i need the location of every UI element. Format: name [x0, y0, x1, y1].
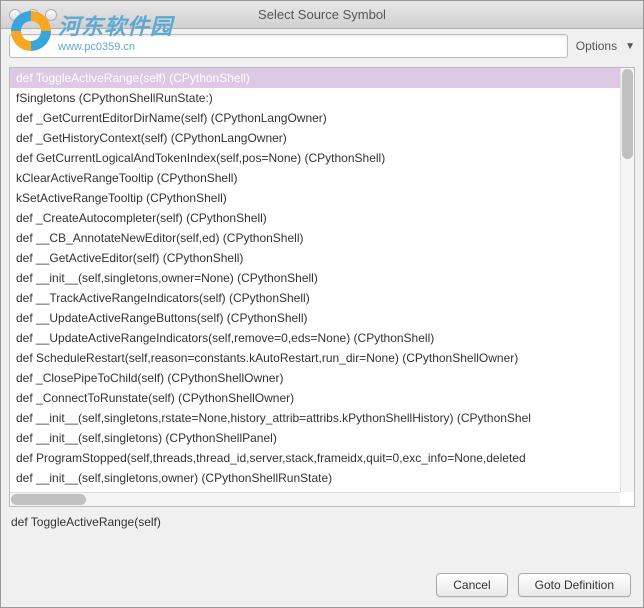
list-item[interactable]: def __init__(self,singletons,owner=None)… [10, 268, 634, 288]
list-item[interactable]: fSingletons (CPythonShellRunState:) [10, 88, 634, 108]
goto-definition-button[interactable]: Goto Definition [518, 573, 631, 597]
list-item[interactable]: def __TrackActiveRangeIndicators(self) (… [10, 288, 634, 308]
horizontal-scrollbar[interactable] [10, 492, 620, 506]
list-item[interactable]: def __UpdateActiveRangeButtons(self) (CP… [10, 308, 634, 328]
options-label[interactable]: Options [576, 39, 617, 53]
button-row: Cancel Goto Definition [436, 573, 631, 597]
list-item[interactable]: def ToggleActiveRange(self) (CPythonShel… [10, 68, 634, 88]
chevron-down-icon[interactable]: ▼ [625, 41, 635, 52]
list-item[interactable]: kClearActiveRangeTooltip (CPythonShell) [10, 168, 634, 188]
list-item[interactable]: def _GetCurrentEditorDirName(self) (CPyt… [10, 108, 634, 128]
titlebar: Select Source Symbol [1, 1, 643, 29]
vertical-scrollbar[interactable] [620, 68, 634, 492]
list-item[interactable]: def _ConnectToRunstate(self) (CPythonShe… [10, 388, 634, 408]
list-item[interactable]: def _CreateAutocompleter(self) (CPythonS… [10, 208, 634, 228]
list-item[interactable]: def __GetActiveEditor(self) (CPythonShel… [10, 248, 634, 268]
search-row: Options ▼ [1, 29, 643, 63]
list-item[interactable]: def ProgramStopped(self,threads,thread_i… [10, 448, 634, 468]
list-item[interactable]: def GetCurrentLogicalAndTokenIndex(self,… [10, 148, 634, 168]
list-item[interactable]: def __init__(self,singletons) (CPythonSh… [10, 428, 634, 448]
cancel-button[interactable]: Cancel [436, 573, 507, 597]
list-item[interactable]: def __init__(self,singletons,rstate=None… [10, 408, 634, 428]
selected-symbol-label: def ToggleActiveRange(self) [1, 511, 643, 529]
search-input[interactable] [9, 34, 568, 58]
list-item[interactable]: kSetActiveRangeTooltip (CPythonShell) [10, 188, 634, 208]
list-item[interactable]: def __init__(self,singletons,owner) (CPy… [10, 468, 634, 488]
list-item[interactable]: def _GetHistoryContext(self) (CPythonLan… [10, 128, 634, 148]
list-item[interactable]: def __UpdateActiveRangeIndicators(self,r… [10, 328, 634, 348]
symbol-list: def ToggleActiveRange(self) (CPythonShel… [9, 67, 635, 507]
list-item[interactable]: def ScheduleRestart(self,reason=constant… [10, 348, 634, 368]
list-item[interactable]: def __CB_AnnotateNewEditor(self,ed) (CPy… [10, 228, 634, 248]
window-title: Select Source Symbol [1, 7, 643, 22]
list-item[interactable]: def _ClosePipeToChild(self) (CPythonShel… [10, 368, 634, 388]
symbol-list-inner[interactable]: def ToggleActiveRange(self) (CPythonShel… [10, 68, 634, 506]
horizontal-scrollbar-thumb[interactable] [11, 494, 86, 505]
vertical-scrollbar-thumb[interactable] [622, 69, 633, 159]
